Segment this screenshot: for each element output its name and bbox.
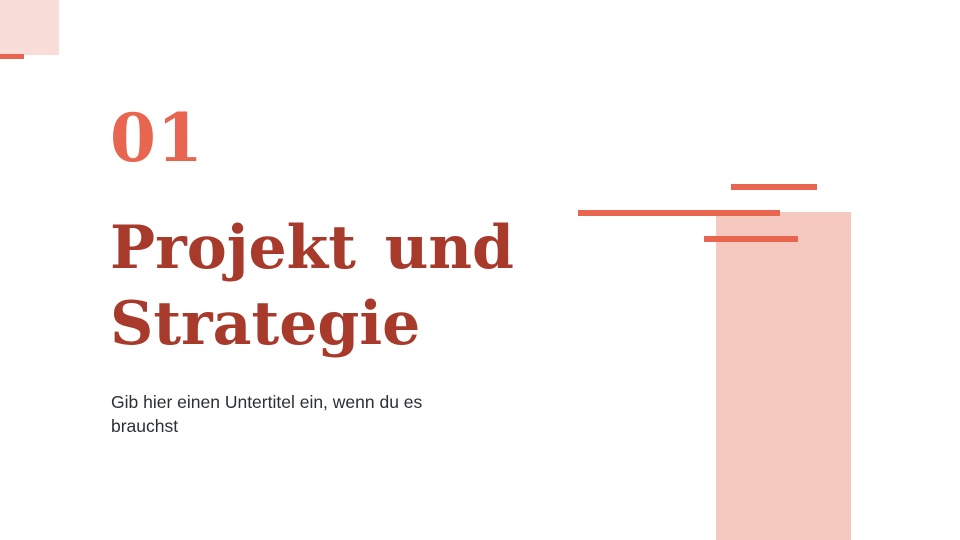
corner-decoration-block — [0, 0, 59, 55]
decoration-line-top — [731, 184, 817, 190]
slide-subtitle: Gib hier einen Untertitel ein, wenn du e… — [111, 392, 423, 436]
slide: 01 Projekt und Strategie Gib hier einen … — [0, 0, 960, 540]
decoration-line-bottom — [704, 236, 798, 242]
corner-decoration-line — [0, 54, 24, 59]
section-number: 01 — [110, 99, 204, 177]
slide-title: Projekt und Strategie — [110, 213, 515, 359]
right-decoration-block — [716, 212, 851, 540]
